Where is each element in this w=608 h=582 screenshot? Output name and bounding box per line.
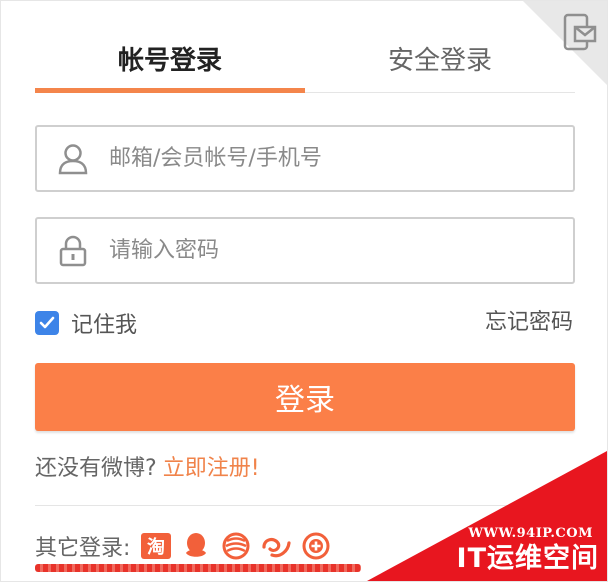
taobao-login-button[interactable]: 淘 [140,531,172,561]
remember-me-checkbox[interactable]: 记住我 [35,307,137,339]
tianyi-login-button[interactable] [260,531,292,561]
register-question: 还没有微博? [35,456,157,481]
forgot-password-link[interactable]: 忘记密码 [485,307,573,339]
login-panel: 帐号登录 安全登录 邮箱/会员帐号/手机号 记住我 忘记密码 登录 还没有微博?… [0,0,608,582]
password-input[interactable] [109,219,549,282]
taobao-glyph: 淘 [147,536,165,558]
user-icon [37,127,109,190]
qr-switch-corner[interactable] [523,1,607,85]
tianyi-icon [262,537,292,558]
remember-me-label: 记住我 [71,313,138,338]
taobao-icon: 淘 [141,533,172,559]
other-login-label: 其它登录: [35,536,131,561]
red-annotation-line [35,564,361,572]
watermark-name: IT运维空间 [456,543,599,574]
qq-login-button[interactable] [180,531,212,561]
login-button[interactable]: 登录 [35,363,575,431]
other-login-row: 其它登录: 淘 [35,531,340,561]
checkbox-checked-icon[interactable] [35,311,59,335]
register-row: 还没有微博? 立即注册! [35,453,260,485]
tab-account-login[interactable]: 帐号登录 [35,23,305,93]
username-input[interactable] [109,127,549,190]
add-icon [302,532,330,560]
phone-message-icon [563,13,597,51]
active-tab-indicator [35,88,305,93]
password-field [35,217,575,284]
qq-icon [186,533,207,557]
register-link[interactable]: 立即注册! [163,456,260,481]
login-tabs: 帐号登录 安全登录 [35,23,575,93]
china-mobile-icon [222,532,250,560]
china-mobile-login-button[interactable] [220,531,252,561]
more-login-button[interactable] [300,531,332,561]
username-field [35,125,575,192]
lock-icon [37,219,109,282]
site-watermark: WWW.94IP.COM IT运维空间 [367,451,607,581]
